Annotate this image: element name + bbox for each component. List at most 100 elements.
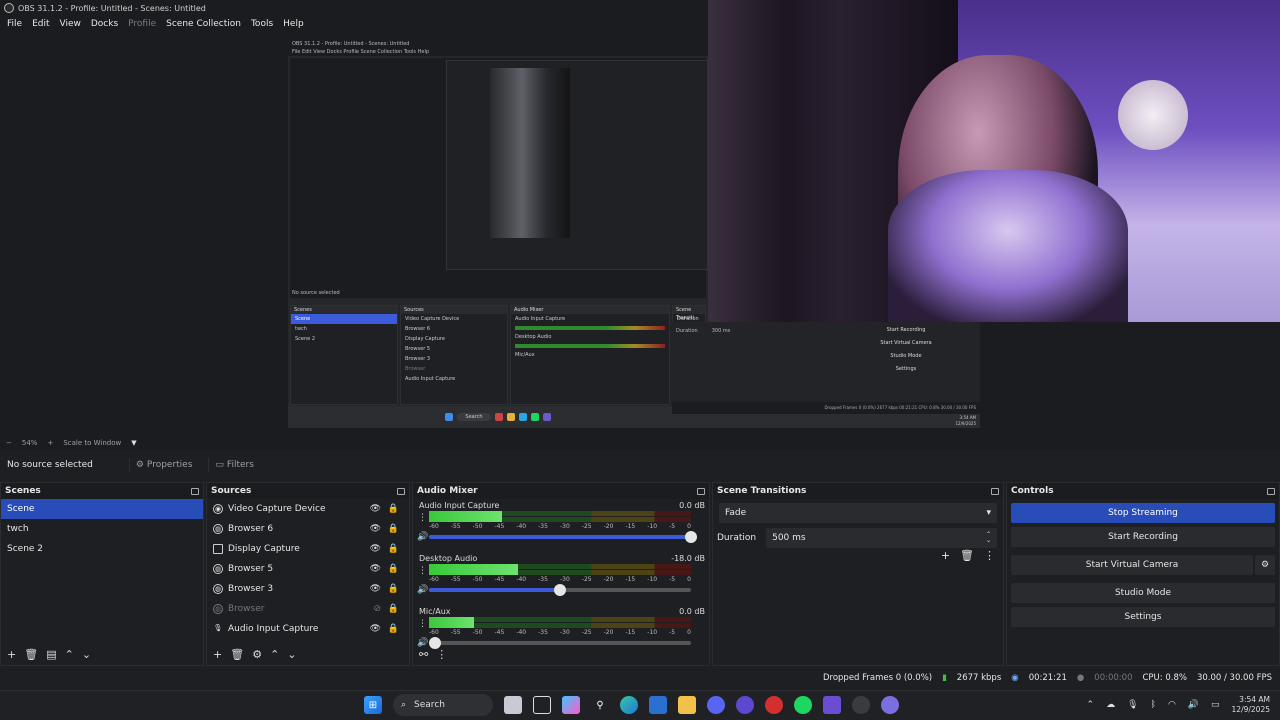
cloud-icon[interactable]: ☁ [1106,700,1115,710]
zoom-out-icon[interactable]: − [6,439,12,447]
edge-icon[interactable] [620,696,638,714]
start-recording-button[interactable]: Start Recording [1011,527,1275,547]
duration-spinbox[interactable]: 500 ms ⌃ ⌄ [766,528,997,548]
add-transition-icon[interactable]: + [941,549,950,562]
undock-icon[interactable] [397,487,405,495]
widget-icon[interactable] [504,696,522,714]
remove-scene-icon[interactable]: 🗑 [24,648,38,661]
stop-streaming-button[interactable]: Stop Streaming [1011,503,1275,523]
add-source-icon[interactable]: + [213,648,222,661]
move-down-icon[interactable]: ⌄ [82,648,91,661]
windows-start-icon[interactable]: ⊞ [364,696,382,714]
menu-scene-collection[interactable]: Scene Collection [161,19,246,29]
lock-icon[interactable]: 🔒 [388,544,399,554]
zoom-in-icon[interactable]: + [47,439,53,447]
eye-icon[interactable]: 👁 [370,624,381,634]
lock-icon[interactable]: 🔒 [388,624,399,634]
volume-knob[interactable] [685,531,697,543]
transition-select[interactable]: Fade ▾ [719,503,997,523]
microphone-icon[interactable]: 🎙 [1127,700,1138,710]
taskbar-search[interactable]: ⌕ Search [393,694,493,716]
eye-icon[interactable]: 👁 [370,564,381,574]
menu-help[interactable]: Help [278,19,309,29]
move-down-icon[interactable]: ⌄ [287,648,296,661]
source-item[interactable]: Display Capture 👁 🔒 [207,539,409,559]
channel-menu-icon[interactable]: ⋮ [418,566,427,576]
eye-icon[interactable]: 👁 [370,504,381,514]
obs-taskbar-icon[interactable] [852,696,870,714]
lock-icon[interactable]: 🔒 [388,584,399,594]
lock-icon[interactable]: 🔒 [388,604,399,614]
lock-icon[interactable]: 🔒 [388,564,399,574]
source-item[interactable]: ◉ Video Capture Device 👁 🔒 [207,499,409,519]
scene-item[interactable]: twch [1,519,203,539]
menu-file[interactable]: File [2,19,27,29]
undock-icon[interactable] [191,487,199,495]
add-scene-icon[interactable]: + [7,648,16,661]
volume-slider[interactable] [429,584,691,596]
more-options-icon[interactable]: ⋮ [984,549,995,562]
volume-knob[interactable] [554,584,566,596]
properties-button[interactable]: ⚙ Properties [128,458,199,472]
discord-icon[interactable] [707,696,725,714]
remove-transition-icon[interactable]: 🗑 [960,549,974,562]
volume-slider[interactable] [429,531,697,543]
eye-icon[interactable]: 👁 [370,544,381,554]
source-item[interactable]: ◍ Browser 5 👁 🔒 [207,559,409,579]
chevron-down-icon[interactable]: ▼ [131,439,136,447]
source-item[interactable]: ◍ Browser 6 👁 🔒 [207,519,409,539]
speaker-icon[interactable]: 🔊 [417,532,428,542]
lock-icon[interactable]: 🔒 [388,504,399,514]
spotify-icon[interactable] [794,696,812,714]
settings-button[interactable]: Settings [1011,607,1275,627]
copilot-icon[interactable] [562,696,580,714]
remove-source-icon[interactable]: 🗑 [230,648,244,661]
eye-icon[interactable]: 👁 [370,524,381,534]
source-item[interactable]: 🎙 Audio Input Capture 👁 🔒 [207,619,409,639]
link-icon[interactable]: ⚯ [419,648,428,661]
menu-view[interactable]: View [55,19,86,29]
undock-icon[interactable] [1267,487,1275,495]
undock-icon[interactable] [991,487,999,495]
menu-docks[interactable]: Docks [86,19,123,29]
menu-edit[interactable]: Edit [27,19,54,29]
volume-icon[interactable]: 🔊 [1188,700,1199,710]
source-item[interactable]: ◍ Browser ⊘ 🔒 [207,599,409,619]
eye-hidden-icon[interactable]: ⊘ [373,604,381,614]
spin-arrows-icon[interactable]: ⌃ ⌄ [986,532,991,544]
zoom-level[interactable]: 54% [22,439,38,447]
maps-icon[interactable]: ⚲ [591,696,609,714]
game-icon[interactable] [881,696,899,714]
bluetooth-icon[interactable]: ᛒ [1151,700,1156,710]
speaker-icon[interactable]: 🔊 [417,585,428,595]
file-explorer-icon[interactable] [678,696,696,714]
filters-button[interactable]: ▭ Filters [208,458,260,472]
chevron-up-icon[interactable]: ⌃ [1087,700,1095,710]
undock-icon[interactable] [697,487,705,495]
chat-icon[interactable] [736,696,754,714]
source-properties-icon[interactable]: ⚙ [252,648,262,661]
channel-menu-icon[interactable]: ⋮ [418,619,427,629]
source-item[interactable]: ◍ Browser 3 👁 🔒 [207,579,409,599]
studio-mode-button[interactable]: Studio Mode [1011,583,1275,603]
battery-icon[interactable]: ▭ [1211,700,1220,710]
lock-icon[interactable]: 🔒 [388,524,399,534]
record-app-icon[interactable] [765,696,783,714]
move-up-icon[interactable]: ⌃ [65,648,74,661]
virtual-camera-settings-icon[interactable]: ⚙ [1255,555,1275,575]
store-icon[interactable] [649,696,667,714]
move-up-icon[interactable]: ⌃ [270,648,279,661]
channel-menu-icon[interactable]: ⋮ [418,513,427,523]
wifi-icon[interactable]: ◠ [1168,700,1176,710]
scene-item[interactable]: Scene [1,499,203,519]
app-icon[interactable] [823,696,841,714]
clock[interactable]: 3:54 AM 12/9/2025 [1232,695,1270,715]
menu-tools[interactable]: Tools [246,19,278,29]
more-options-icon[interactable]: ⋮ [436,648,447,661]
scene-filters-icon[interactable]: ▤ [46,648,56,661]
start-virtual-camera-button[interactable]: Start Virtual Camera [1011,555,1253,575]
scene-item[interactable]: Scene 2 [1,539,203,559]
task-view-icon[interactable] [533,696,551,714]
menu-profile[interactable]: Profile [123,19,161,29]
eye-icon[interactable]: 👁 [370,584,381,594]
